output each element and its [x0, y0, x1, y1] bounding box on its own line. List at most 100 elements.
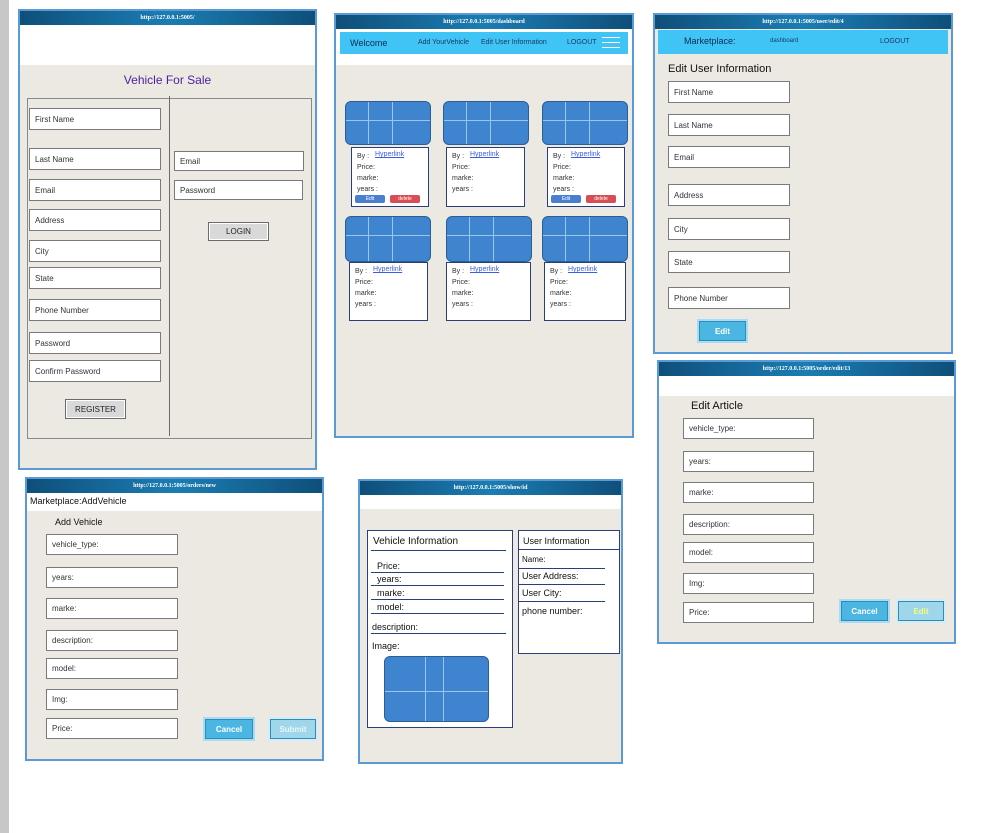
- register-window: http://127.0.0.1:5005/ Vehicle For Sale …: [18, 9, 317, 470]
- header-blank: [360, 495, 621, 509]
- edit-button[interactable]: Edit: [898, 601, 944, 621]
- register-button[interactable]: REGISTER: [65, 399, 126, 419]
- state-input[interactable]: State: [29, 267, 161, 289]
- nav-logout[interactable]: LOGOUT: [880, 38, 910, 45]
- card-edit-button[interactable]: Edit: [551, 195, 581, 203]
- grid-line: [346, 120, 430, 121]
- nav-edit-user[interactable]: Edit User Information: [481, 39, 547, 46]
- edit-article-window: http://127.0.0.1:5005/order/edit/13 Edit…: [657, 360, 956, 644]
- address-input[interactable]: Address: [29, 209, 161, 231]
- model-input[interactable]: model:: [46, 658, 178, 679]
- nav-logout[interactable]: LOGOUT: [567, 39, 597, 46]
- info-image-label: Image:: [372, 641, 400, 651]
- card-edit-button[interactable]: Edit: [355, 195, 385, 203]
- vehicle-type-input[interactable]: vehicle_type:: [683, 418, 814, 439]
- state-input[interactable]: State: [668, 251, 790, 273]
- marke-input[interactable]: marke:: [683, 482, 814, 503]
- divider-line: [371, 572, 504, 573]
- price-input[interactable]: Price:: [683, 602, 814, 623]
- cancel-button[interactable]: Cancel: [205, 719, 253, 739]
- card-price: Price:: [355, 279, 373, 286]
- login-button[interactable]: LOGIN: [208, 222, 269, 241]
- first-name-input[interactable]: First Name: [668, 81, 790, 103]
- vehicle-image[interactable]: [446, 216, 532, 262]
- marke-input[interactable]: marke:: [46, 598, 178, 619]
- login-email-input[interactable]: Email: [174, 151, 304, 171]
- user-info-panel: User Information Name: User Address: User …: [518, 530, 620, 654]
- grid-line: [368, 102, 369, 144]
- card-years: years :: [553, 186, 575, 193]
- cancel-button[interactable]: Cancel: [841, 601, 888, 621]
- card-marke: marke:: [452, 290, 474, 297]
- card-delete-button[interactable]: delete: [390, 195, 420, 203]
- last-name-input[interactable]: Last Name: [29, 148, 161, 170]
- info-marke: marke:: [377, 588, 405, 598]
- first-name-input[interactable]: First Name: [29, 108, 161, 130]
- submit-button[interactable]: Submit: [270, 719, 316, 739]
- phone-number-input[interactable]: Phone Number: [668, 287, 790, 309]
- nav-welcome[interactable]: Welcome: [350, 38, 387, 48]
- info-description: description:: [372, 622, 419, 632]
- grid-line: [493, 217, 494, 261]
- card-delete-button[interactable]: delete: [586, 195, 616, 203]
- description-input[interactable]: description:: [683, 514, 814, 535]
- card-marke: marke:: [550, 290, 572, 297]
- card-hyperlink[interactable]: Hyperlink: [373, 266, 402, 273]
- vehicle-image[interactable]: [345, 101, 431, 145]
- description-input[interactable]: description:: [46, 630, 178, 651]
- form-divider: [169, 96, 170, 436]
- info-user-address: User Address:: [522, 571, 579, 581]
- add-vehicle-window: http://127.0.0.1:5005/orders/new Marketp…: [25, 477, 324, 761]
- url-bar: http://127.0.0.1:5005/dashboard: [336, 15, 632, 29]
- email-input[interactable]: Email: [29, 179, 161, 201]
- card-hyperlink[interactable]: Hyperlink: [470, 266, 499, 273]
- address-input[interactable]: Address: [668, 184, 790, 206]
- card-years: years :: [550, 301, 572, 308]
- edit-button[interactable]: Edit: [699, 321, 746, 341]
- vehicle-image[interactable]: [542, 101, 628, 145]
- price-input[interactable]: Price:: [46, 718, 178, 739]
- nav-dashboard[interactable]: dashboard: [770, 38, 798, 44]
- nav-add-vehicle[interactable]: Add YourVehicle: [418, 39, 469, 46]
- vehicle-card: By : Hyperlink Price: marke: years :: [446, 147, 525, 207]
- grid-line: [469, 217, 470, 261]
- page-title: Vehicle For Sale: [123, 73, 212, 87]
- grid-line: [466, 102, 467, 144]
- url-bar: http://127.0.0.1:5005/orders/new: [27, 479, 322, 493]
- card-hyperlink[interactable]: Hyperlink: [568, 266, 597, 273]
- last-name-input[interactable]: Last Name: [668, 114, 790, 136]
- email-input[interactable]: Email: [668, 146, 790, 168]
- years-input[interactable]: years:: [683, 451, 814, 472]
- password-input[interactable]: Password: [29, 332, 161, 354]
- card-hyperlink[interactable]: Hyperlink: [375, 151, 404, 158]
- hamburger-menu-icon[interactable]: [602, 37, 620, 49]
- city-input[interactable]: City: [668, 218, 790, 240]
- card-marke: marke:: [452, 175, 474, 182]
- card-marke: marke:: [553, 175, 575, 182]
- card-hyperlink[interactable]: Hyperlink: [470, 151, 499, 158]
- vehicle-type-input[interactable]: vehicle_type:: [46, 534, 178, 555]
- grid-line: [368, 217, 369, 261]
- nav-brand[interactable]: Marketplace:: [684, 36, 736, 46]
- nav-bar: Welcome Add YourVehicle Edit User Inform…: [340, 32, 628, 54]
- user-info-title: User Information: [523, 536, 590, 546]
- model-input[interactable]: model:: [683, 542, 814, 563]
- card-hyperlink[interactable]: Hyperlink: [571, 151, 600, 158]
- divider-line: [371, 633, 506, 634]
- grid-line: [543, 235, 627, 236]
- login-password-input[interactable]: Password: [174, 180, 303, 200]
- img-input[interactable]: Img:: [683, 573, 814, 594]
- vehicle-card: By : Hyperlink Price: marke: years : Edit dele…: [547, 147, 625, 207]
- show-window: http://127.0.0.1:5005/show/id Vehicle In…: [358, 479, 623, 764]
- vehicle-image[interactable]: [443, 101, 529, 145]
- divider-line: [371, 613, 504, 614]
- vehicle-image[interactable]: [542, 216, 628, 262]
- card-years: years :: [357, 186, 379, 193]
- years-input[interactable]: years:: [46, 567, 178, 588]
- confirm-password-input[interactable]: Confirm Password: [29, 360, 161, 382]
- phone-number-input[interactable]: Phone Number: [29, 299, 161, 321]
- vehicle-image[interactable]: [345, 216, 431, 262]
- card-price: Price:: [550, 279, 568, 286]
- img-input[interactable]: Img:: [46, 689, 178, 710]
- city-input[interactable]: City: [29, 240, 161, 262]
